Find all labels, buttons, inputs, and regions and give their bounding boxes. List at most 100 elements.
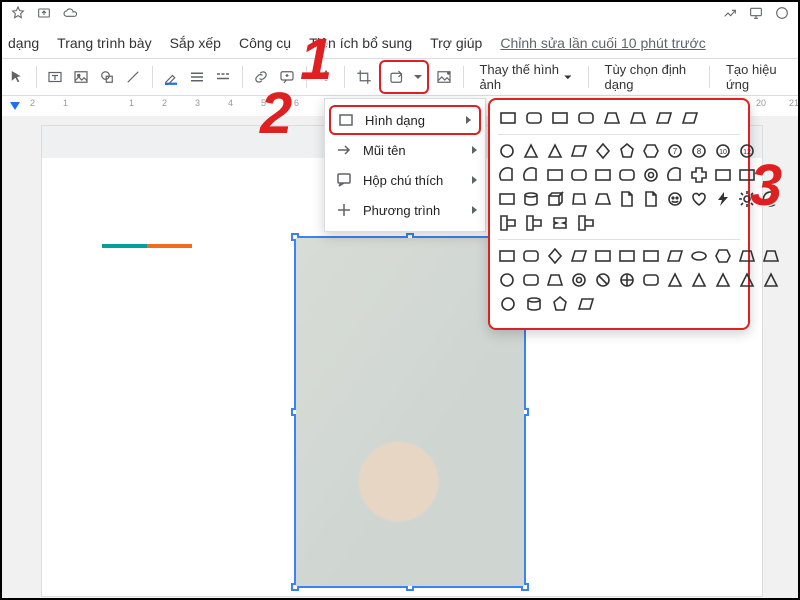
mask-image-dropdown[interactable] [411,72,425,82]
shape-option[interactable] [762,246,780,266]
shape-option[interactable] [714,246,732,266]
shape-option[interactable] [522,141,540,161]
cloud-icon[interactable] [62,5,78,26]
border-weight[interactable] [186,63,208,91]
shape-option[interactable]: 10 [714,141,732,161]
shape-option[interactable] [618,165,636,185]
shape-option[interactable] [522,246,540,266]
create-effect-button[interactable]: Tạo hiệu ứng [718,63,794,91]
shape-option[interactable] [690,270,708,290]
shape-option[interactable] [498,294,518,314]
menu-format[interactable]: dạng [8,35,39,51]
trend-icon[interactable] [722,5,738,26]
resize-handle-nw[interactable] [291,233,299,241]
shape-option[interactable] [498,246,516,266]
present-icon[interactable] [748,5,764,26]
menu-slide[interactable]: Trang trình bày [57,35,151,51]
resize-handle-se[interactable] [521,583,529,591]
shape-option[interactable] [762,270,780,290]
shape-option[interactable] [714,270,732,290]
shape-option[interactable] [570,165,588,185]
shape-option[interactable] [680,108,700,128]
shape-option[interactable] [642,165,660,185]
shape-option[interactable] [546,270,564,290]
shape-option[interactable] [546,246,564,266]
crop-tool[interactable] [353,63,375,91]
shape-option[interactable] [594,141,612,161]
shape-option[interactable] [522,165,540,185]
shape-option[interactable] [550,294,570,314]
shape-option[interactable] [498,141,516,161]
dropdown-item-shapes[interactable]: Hình dạng [329,105,481,135]
shape-option[interactable] [642,270,660,290]
shape-option[interactable] [522,270,540,290]
shape-option[interactable] [524,108,544,128]
shape-option[interactable] [690,165,708,185]
shape-tool[interactable] [96,63,118,91]
mask-image-button[interactable] [379,60,429,94]
shape-option[interactable] [594,189,612,209]
shape-option[interactable] [738,270,756,290]
shape-option[interactable] [498,189,516,209]
shape-option[interactable] [666,189,684,209]
shape-option[interactable] [498,213,518,233]
shape-option[interactable] [618,270,636,290]
shape-option[interactable] [498,270,516,290]
shape-option[interactable] [714,165,732,185]
shape-option[interactable]: 7 [666,141,684,161]
select-tool[interactable] [6,63,28,91]
resize-handle-e[interactable] [521,408,529,416]
shape-option[interactable] [570,246,588,266]
shape-option[interactable] [642,141,660,161]
border-color[interactable] [160,63,182,91]
shape-option[interactable] [628,108,648,128]
format-options-button[interactable]: Tùy chọn định dạng [597,63,702,91]
border-dash[interactable] [212,63,234,91]
menu-help[interactable]: Trợ giúp [430,35,482,51]
shape-option[interactable] [524,294,544,314]
shape-option[interactable] [546,189,564,209]
shape-option[interactable] [690,246,708,266]
shape-option[interactable] [524,213,544,233]
shape-option[interactable] [618,141,636,161]
dropdown-item-callouts[interactable]: Hộp chú thích [325,165,485,195]
move-to-drive-icon[interactable] [36,5,52,26]
resize-handle-n[interactable] [406,233,414,241]
shape-option[interactable] [576,294,596,314]
dropdown-item-arrows[interactable]: Mũi tên [325,135,485,165]
textbox-tool[interactable] [45,63,67,91]
menu-arrange[interactable]: Sắp xếp [170,35,221,51]
star-icon[interactable] [10,5,26,26]
shape-option[interactable] [690,189,708,209]
shape-option[interactable] [618,189,636,209]
shape-option[interactable] [570,141,588,161]
shape-option[interactable] [546,165,564,185]
ruler-marker-left[interactable] [10,102,20,110]
menu-tools[interactable]: Công cụ [239,35,291,51]
shape-option[interactable] [550,213,570,233]
shape-option[interactable] [570,189,588,209]
shape-option[interactable] [498,165,516,185]
shape-option[interactable] [642,189,660,209]
last-edit-link[interactable]: Chỉnh sửa lần cuối 10 phút trước [500,35,705,51]
shape-option[interactable] [666,270,684,290]
resize-handle-w[interactable] [291,408,299,416]
replace-image-menu[interactable]: Thay thế hình ảnh [471,63,579,91]
shape-option[interactable] [714,189,732,209]
shape-option[interactable] [642,246,660,266]
reset-image-tool[interactable] [433,63,455,91]
shape-option[interactable] [594,246,612,266]
app-icon[interactable] [774,5,790,26]
shape-option[interactable]: 8 [690,141,708,161]
shape-option[interactable] [576,213,596,233]
resize-handle-sw[interactable] [291,583,299,591]
shape-option[interactable] [594,270,612,290]
shape-option[interactable] [594,165,612,185]
shape-option[interactable] [576,108,596,128]
shape-option[interactable] [666,246,684,266]
shape-option[interactable] [618,246,636,266]
shape-option[interactable] [738,246,756,266]
shape-option[interactable] [546,141,564,161]
resize-handle-s[interactable] [406,583,414,591]
shape-option[interactable] [654,108,674,128]
